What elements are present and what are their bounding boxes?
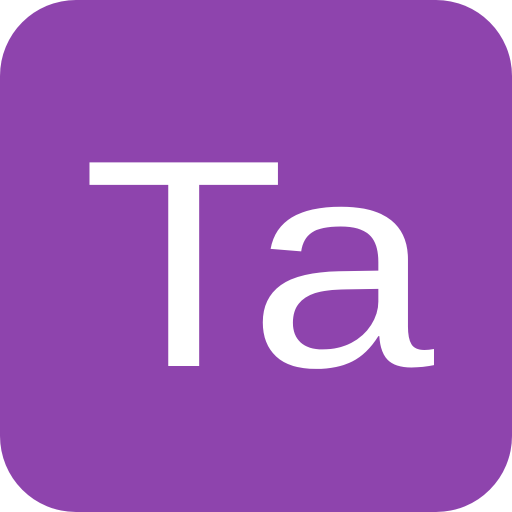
element-symbol-graphic: Ta <box>82 98 436 429</box>
element-tile: Ta <box>0 0 512 512</box>
element-symbol: Ta <box>82 98 436 429</box>
